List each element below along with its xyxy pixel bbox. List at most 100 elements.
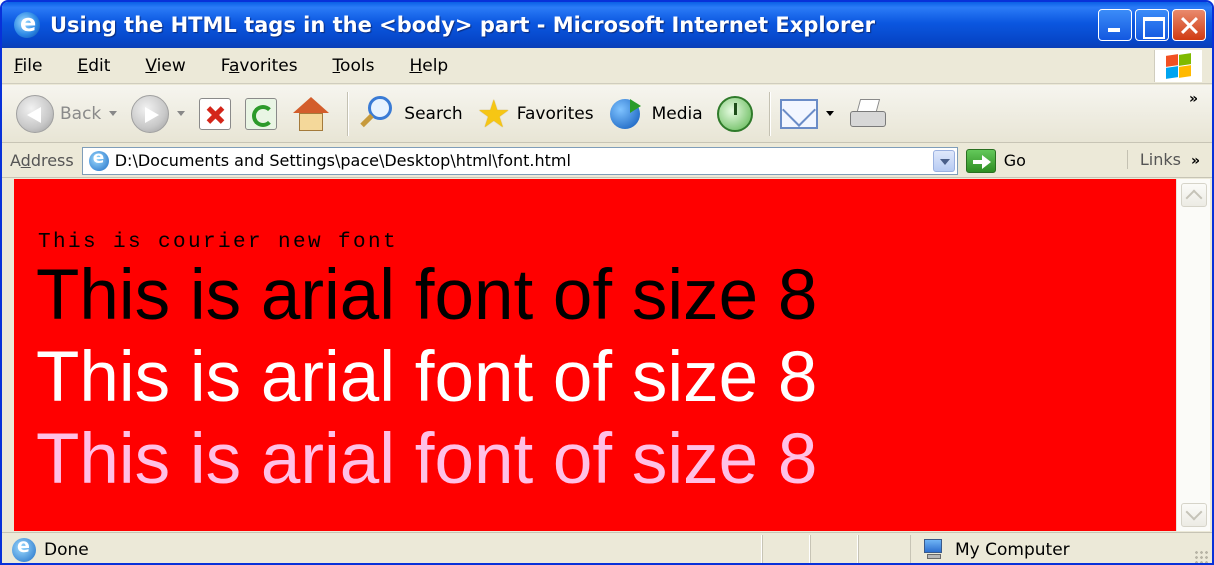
forward-arrow-icon: [131, 94, 170, 133]
courier-text: This is courier new font: [38, 231, 399, 254]
go-label: Go: [1003, 151, 1026, 170]
back-label: Back: [60, 103, 102, 124]
browser-window: Using the HTML tags in the <body> part -…: [0, 0, 1214, 565]
resize-grip-icon[interactable]: [1194, 550, 1208, 563]
security-zone: My Computer: [910, 535, 1070, 563]
toolbar-separator: [768, 91, 770, 136]
maximize-button[interactable]: [1135, 9, 1169, 41]
home-roof: [293, 96, 330, 113]
window-title: Using the HTML tags in the <body> part -…: [50, 13, 875, 37]
menu-favorites[interactable]: Favorites: [217, 54, 302, 78]
status-panel: [762, 535, 810, 563]
page-content: This is courier new font This is arial f…: [14, 179, 1176, 531]
forward-button[interactable]: [131, 94, 186, 133]
ie-logo-icon[interactable]: [14, 9, 40, 38]
address-label-rest: dress: [30, 151, 74, 170]
arial-text-white: This is arial font of size 8: [36, 338, 818, 417]
title-bar[interactable]: Using the HTML tags in the <body> part -…: [2, 2, 1212, 48]
forward-dropdown-icon[interactable]: [177, 111, 186, 116]
address-label: Address: [10, 151, 74, 170]
status-text: Done: [44, 540, 89, 560]
menu-file[interactable]: File: [10, 54, 46, 78]
back-button[interactable]: Back: [16, 94, 118, 133]
my-computer-icon: [923, 539, 945, 561]
media-icon: [608, 95, 646, 133]
mail-button[interactable]: [779, 98, 834, 129]
flag-green-segment: [1179, 53, 1191, 66]
printer-body: [849, 110, 886, 127]
minimize-icon: [1099, 10, 1131, 40]
menu-help-label: elp: [422, 55, 449, 76]
stop-icon: [199, 97, 232, 130]
toolbar-separator: [347, 91, 349, 136]
toolbar-overflow-chevron[interactable]: »: [1189, 91, 1198, 107]
refresh-icon: [245, 97, 278, 130]
address-input[interactable]: D:\Documents and Settings\pace\Desktop\h…: [81, 146, 958, 175]
printer-icon: [848, 97, 888, 131]
vertical-scrollbar[interactable]: [1176, 179, 1210, 531]
links-toolbar[interactable]: Links »: [1126, 150, 1200, 169]
search-label: Search: [404, 103, 463, 124]
back-dropdown-icon[interactable]: [109, 111, 118, 116]
go-arrow-icon: [965, 148, 996, 173]
refresh-button[interactable]: [245, 97, 278, 130]
search-handle: [360, 113, 374, 127]
favorites-label: Favorites: [516, 103, 594, 124]
links-label: Links: [1139, 150, 1181, 169]
go-button[interactable]: Go: [965, 148, 1026, 173]
menu-edit-mnemonic: E: [77, 55, 89, 76]
zone-label: My Computer: [955, 540, 1070, 560]
search-button[interactable]: Search: [358, 94, 463, 134]
status-panel: [858, 535, 906, 563]
menu-edit[interactable]: Edit: [73, 54, 114, 78]
window-controls: [1098, 9, 1206, 41]
favorites-button[interactable]: ★ Favorites: [477, 95, 594, 133]
home-icon: [291, 95, 331, 133]
computer-screen: [924, 539, 942, 553]
menu-bar: File Edit View Favorites Tools Help: [2, 48, 1212, 84]
flag-red-segment: [1166, 54, 1178, 67]
history-button[interactable]: [716, 95, 753, 132]
favorites-star-icon: ★: [476, 91, 511, 136]
flag-yellow-segment: [1179, 65, 1191, 78]
close-button[interactable]: [1172, 9, 1206, 41]
menu-edit-label: dit: [88, 55, 111, 76]
address-dropdown-icon[interactable]: [932, 149, 955, 172]
arial-text-pink: This is arial font of size 8: [36, 420, 818, 499]
search-icon: [358, 94, 398, 134]
home-button[interactable]: [291, 95, 331, 133]
minimize-button[interactable]: [1098, 9, 1132, 41]
page-status-icon: [12, 535, 36, 562]
address-bar: Address D:\Documents and Settings\pace\D…: [2, 144, 1212, 178]
status-panels: [762, 535, 906, 563]
mail-dropdown-icon[interactable]: [825, 111, 834, 116]
media-label: Media: [651, 103, 703, 124]
menu-help[interactable]: Help: [405, 54, 452, 78]
menu-view-mnemonic: V: [145, 55, 157, 76]
menu-help-mnemonic: H: [409, 55, 423, 76]
menu-favorites-label: vorites: [239, 55, 298, 76]
menu-tools[interactable]: Tools: [329, 54, 379, 78]
print-button[interactable]: [848, 97, 888, 131]
scroll-down-button[interactable]: [1181, 503, 1207, 527]
address-label-prefix: A: [10, 151, 21, 170]
media-play: [629, 98, 641, 113]
menu-favorites-prefix: F: [220, 55, 229, 76]
status-panel: [810, 535, 858, 563]
windows-flag-icon: [1154, 50, 1202, 82]
arial-text-black: This is arial font of size 8: [36, 256, 818, 335]
menu-tools-mnemonic: T: [332, 55, 341, 76]
media-button[interactable]: Media: [608, 95, 703, 133]
address-url[interactable]: D:\Documents and Settings\pace\Desktop\h…: [115, 151, 571, 170]
scroll-up-button[interactable]: [1181, 183, 1207, 207]
links-chevron[interactable]: »: [1191, 153, 1200, 169]
flag-blue-segment: [1166, 66, 1178, 79]
menu-view[interactable]: View: [141, 54, 189, 78]
home-wall: [299, 112, 324, 131]
history-clock-icon: [716, 95, 753, 132]
address-label-mnemonic: d: [20, 151, 31, 170]
menu-tools-label: ools: [340, 55, 375, 76]
status-bar: Done My Computer: [2, 532, 1212, 563]
menu-view-label: iew: [156, 55, 186, 76]
stop-button[interactable]: [199, 97, 232, 130]
